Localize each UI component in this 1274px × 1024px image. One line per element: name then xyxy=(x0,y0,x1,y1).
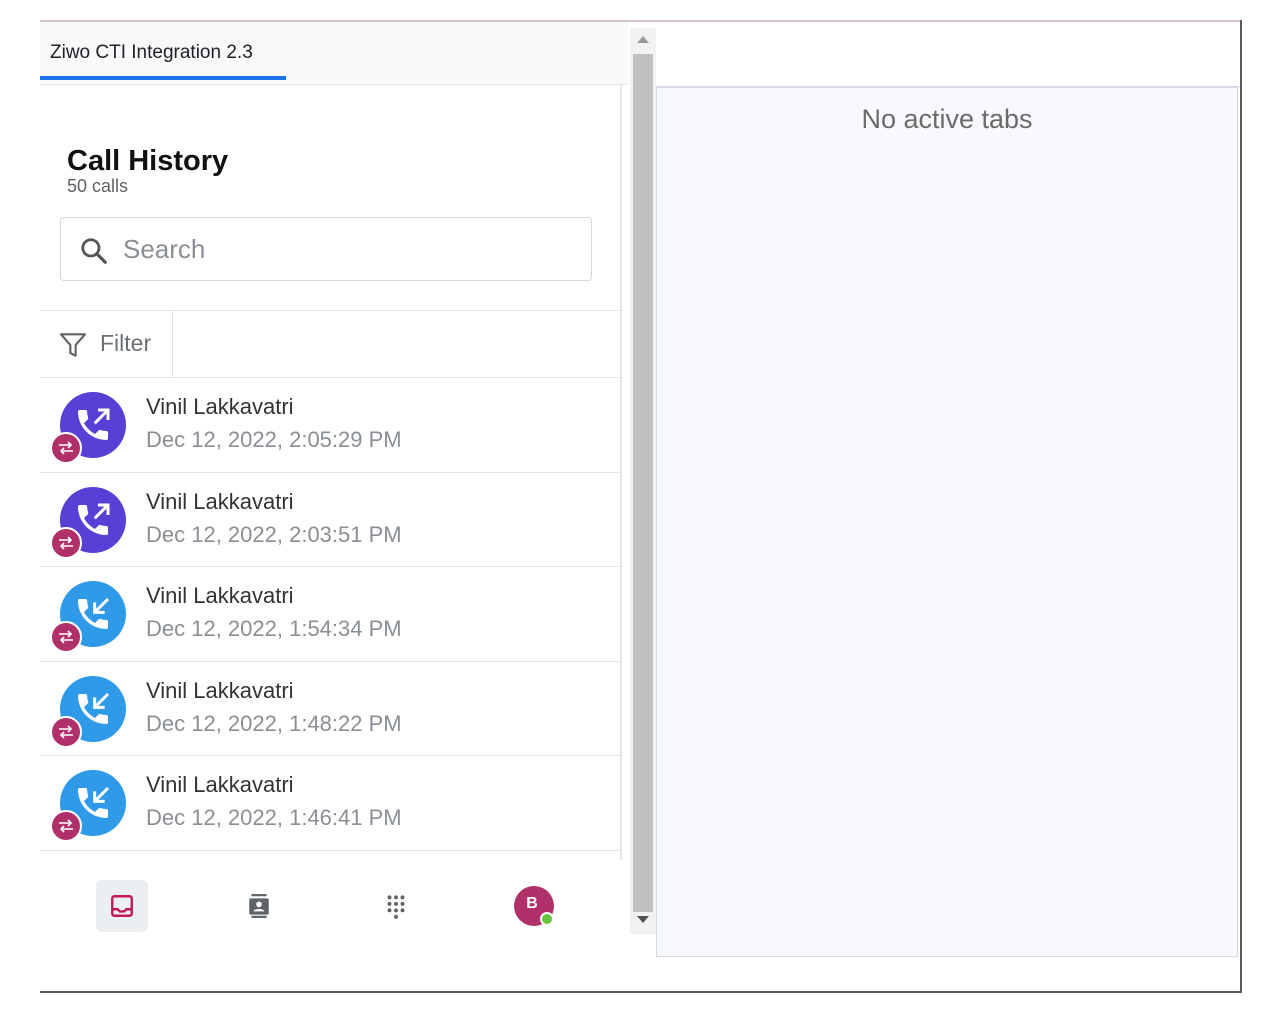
bottom-nav: B xyxy=(40,860,620,950)
scroll-up-arrow-icon[interactable] xyxy=(637,36,649,43)
transfer-icon xyxy=(59,441,73,455)
dialpad-icon xyxy=(387,895,405,919)
call-item[interactable]: Vinil Lakkavatri Dec 12, 2022, 1:54:34 P… xyxy=(40,567,620,662)
right-panel-content: No active tabs xyxy=(656,87,1238,957)
user-initial: B xyxy=(526,895,538,912)
call-item[interactable]: Vinil Lakkavatri Dec 12, 2022, 1:48:22 P… xyxy=(40,662,620,756)
transfer-badge xyxy=(50,621,82,653)
user-avatar[interactable]: B xyxy=(514,886,554,926)
call-timestamp: Dec 12, 2022, 2:05:29 PM xyxy=(146,427,402,452)
nav-dialpad-button[interactable] xyxy=(370,880,422,932)
tab-ziwo-cti[interactable]: Ziwo CTI Integration 2.3 xyxy=(40,22,286,80)
scroll-down-arrow-icon[interactable] xyxy=(637,916,649,923)
transfer-icon xyxy=(59,630,73,644)
caller-name: Vinil Lakkavatri xyxy=(146,488,294,514)
tab-bar: Ziwo CTI Integration 2.3 xyxy=(40,22,628,85)
search-box[interactable] xyxy=(60,217,592,281)
nav-contacts-button[interactable] xyxy=(233,880,285,932)
search-input[interactable] xyxy=(123,230,563,268)
scrollbar[interactable] xyxy=(630,28,656,934)
empty-state-message: No active tabs xyxy=(861,104,1033,134)
caller-name: Vinil Lakkavatri xyxy=(146,677,294,703)
call-list: Vinil Lakkavatri Dec 12, 2022, 2:05:29 P… xyxy=(40,378,620,851)
call-item[interactable]: Vinil Lakkavatri Dec 12, 2022, 1:46:41 P… xyxy=(40,756,620,851)
filter-bar: Filter xyxy=(40,310,620,378)
call-timestamp: Dec 12, 2022, 1:46:41 PM xyxy=(146,805,402,830)
nav-inbox-button[interactable] xyxy=(96,880,148,932)
panel-divider xyxy=(620,84,622,860)
window-bottom-border xyxy=(40,991,1242,993)
search-icon xyxy=(81,238,107,264)
inbox-icon xyxy=(111,895,133,917)
call-timestamp: Dec 12, 2022, 1:54:34 PM xyxy=(146,616,402,641)
transfer-badge xyxy=(50,526,82,559)
filter-icon xyxy=(59,333,87,357)
scroll-thumb[interactable] xyxy=(633,54,653,912)
transfer-badge xyxy=(50,810,82,842)
transfer-icon xyxy=(59,724,73,739)
active-tab-indicator xyxy=(40,76,286,80)
transfer-icon xyxy=(59,535,73,550)
window-right-border xyxy=(1240,20,1242,992)
right-panel-header xyxy=(656,22,1240,87)
call-count: 50 calls xyxy=(67,176,129,196)
call-item[interactable]: Vinil Lakkavatri Dec 12, 2022, 2:05:29 P… xyxy=(40,378,620,473)
call-timestamp: Dec 12, 2022, 2:03:51 PM xyxy=(146,521,402,547)
tab-label: Ziwo CTI Integration 2.3 xyxy=(50,42,253,63)
filter-label: Filter xyxy=(100,330,152,356)
transfer-badge xyxy=(50,715,82,748)
call-item[interactable]: Vinil Lakkavatri Dec 12, 2022, 2:03:51 P… xyxy=(40,473,620,567)
transfer-badge xyxy=(50,432,82,464)
contacts-icon xyxy=(249,894,269,918)
presence-status-dot xyxy=(540,912,554,926)
transfer-icon xyxy=(59,819,73,833)
caller-name: Vinil Lakkavatri xyxy=(146,772,294,797)
caller-name: Vinil Lakkavatri xyxy=(146,394,294,419)
caller-name: Vinil Lakkavatri xyxy=(146,583,294,608)
page-title: Call History xyxy=(67,145,229,177)
call-timestamp: Dec 12, 2022, 1:48:22 PM xyxy=(146,710,402,736)
filter-button[interactable]: Filter xyxy=(40,311,173,377)
